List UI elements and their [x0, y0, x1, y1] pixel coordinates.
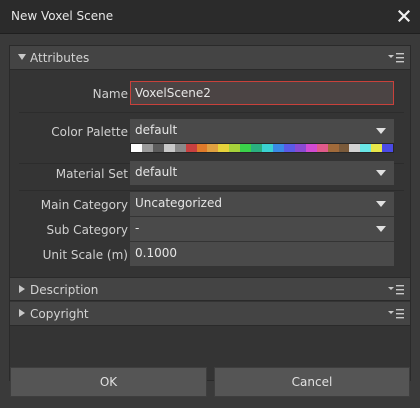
section-menu-icon[interactable]	[388, 307, 404, 321]
name-label: Name	[92, 87, 128, 101]
dialog-body: Attributes Name VoxelScene2 Color Palett…	[0, 34, 420, 408]
palette-swatch	[251, 144, 263, 152]
palette-swatch	[152, 144, 164, 152]
palette-swatch	[338, 144, 350, 152]
unit-scale-input[interactable]: 0.1000	[130, 242, 394, 266]
palette-swatch	[141, 144, 153, 152]
copyright-section-header[interactable]: Copyright	[10, 302, 410, 326]
expanded-arrow-icon	[18, 54, 26, 60]
chevron-down-icon	[376, 128, 386, 134]
sub-category-value: -	[135, 221, 140, 235]
color-palette-label: Color Palette	[51, 125, 128, 139]
chevron-down-icon	[376, 226, 386, 232]
palette-swatch	[349, 144, 361, 152]
palette-swatch	[305, 144, 317, 152]
palette-swatch	[316, 144, 328, 152]
window-title: New Voxel Scene	[11, 9, 114, 23]
palette-swatch	[371, 144, 383, 152]
palette-swatch	[207, 144, 219, 152]
collapsed-arrow-icon	[19, 309, 25, 317]
main-category-label: Main Category	[40, 198, 128, 212]
properties-panel: Attributes Name VoxelScene2 Color Palett…	[9, 45, 411, 381]
color-palette-dropdown[interactable]: default	[130, 119, 394, 143]
sub-category-label: Sub Category	[46, 223, 128, 237]
chevron-down-icon	[376, 201, 386, 207]
color-palette-row: Color Palette default	[10, 119, 410, 155]
palette-swatch	[294, 144, 306, 152]
unit-scale-label: Unit Scale (m)	[42, 248, 128, 262]
palette-swatch	[327, 144, 339, 152]
title-bar: New Voxel Scene	[0, 0, 420, 34]
palette-swatch	[283, 144, 295, 152]
attributes-section-header[interactable]: Attributes	[10, 46, 410, 70]
copyright-section-label: Copyright	[30, 307, 89, 321]
palette-swatch	[272, 144, 284, 152]
palette-swatch	[185, 144, 197, 152]
name-row: Name VoxelScene2	[10, 81, 410, 107]
cancel-button[interactable]: Cancel	[214, 367, 410, 397]
palette-swatch	[174, 144, 186, 152]
palette-swatch	[196, 144, 208, 152]
palette-swatch	[163, 144, 175, 152]
material-set-dropdown[interactable]: default	[130, 161, 394, 185]
main-category-value: Uncategorized	[135, 196, 222, 210]
close-button[interactable]	[395, 7, 413, 25]
sub-category-dropdown[interactable]: -	[130, 217, 394, 241]
description-section-header[interactable]: Description	[10, 277, 410, 301]
palette-swatch	[240, 144, 252, 152]
section-menu-icon[interactable]	[388, 51, 404, 65]
section-menu-icon[interactable]	[388, 283, 404, 297]
attributes-section-label: Attributes	[30, 51, 90, 65]
palette-swatch	[382, 144, 394, 152]
row-divider	[19, 190, 404, 191]
description-section-label: Description	[30, 283, 99, 297]
ok-button[interactable]: OK	[10, 367, 207, 397]
name-input[interactable]: VoxelScene2	[130, 81, 394, 105]
palette-swatch	[229, 144, 241, 152]
palette-swatch	[360, 144, 372, 152]
close-icon	[398, 10, 410, 22]
color-palette-preview	[130, 143, 394, 153]
palette-swatch	[218, 144, 230, 152]
chevron-down-icon	[376, 170, 386, 176]
sub-category-row: Sub Category -	[10, 217, 410, 243]
row-divider	[19, 112, 404, 113]
main-category-dropdown[interactable]: Uncategorized	[130, 192, 394, 216]
palette-swatch	[131, 144, 142, 152]
unit-scale-row: Unit Scale (m) 0.1000	[10, 242, 410, 268]
material-set-label: Material Set	[55, 167, 128, 181]
color-palette-value: default	[135, 123, 178, 137]
main-category-row: Main Category Uncategorized	[10, 192, 410, 218]
material-set-row: Material Set default	[10, 161, 410, 187]
collapsed-arrow-icon	[19, 285, 25, 293]
palette-swatch	[262, 144, 273, 152]
material-set-value: default	[135, 165, 178, 179]
